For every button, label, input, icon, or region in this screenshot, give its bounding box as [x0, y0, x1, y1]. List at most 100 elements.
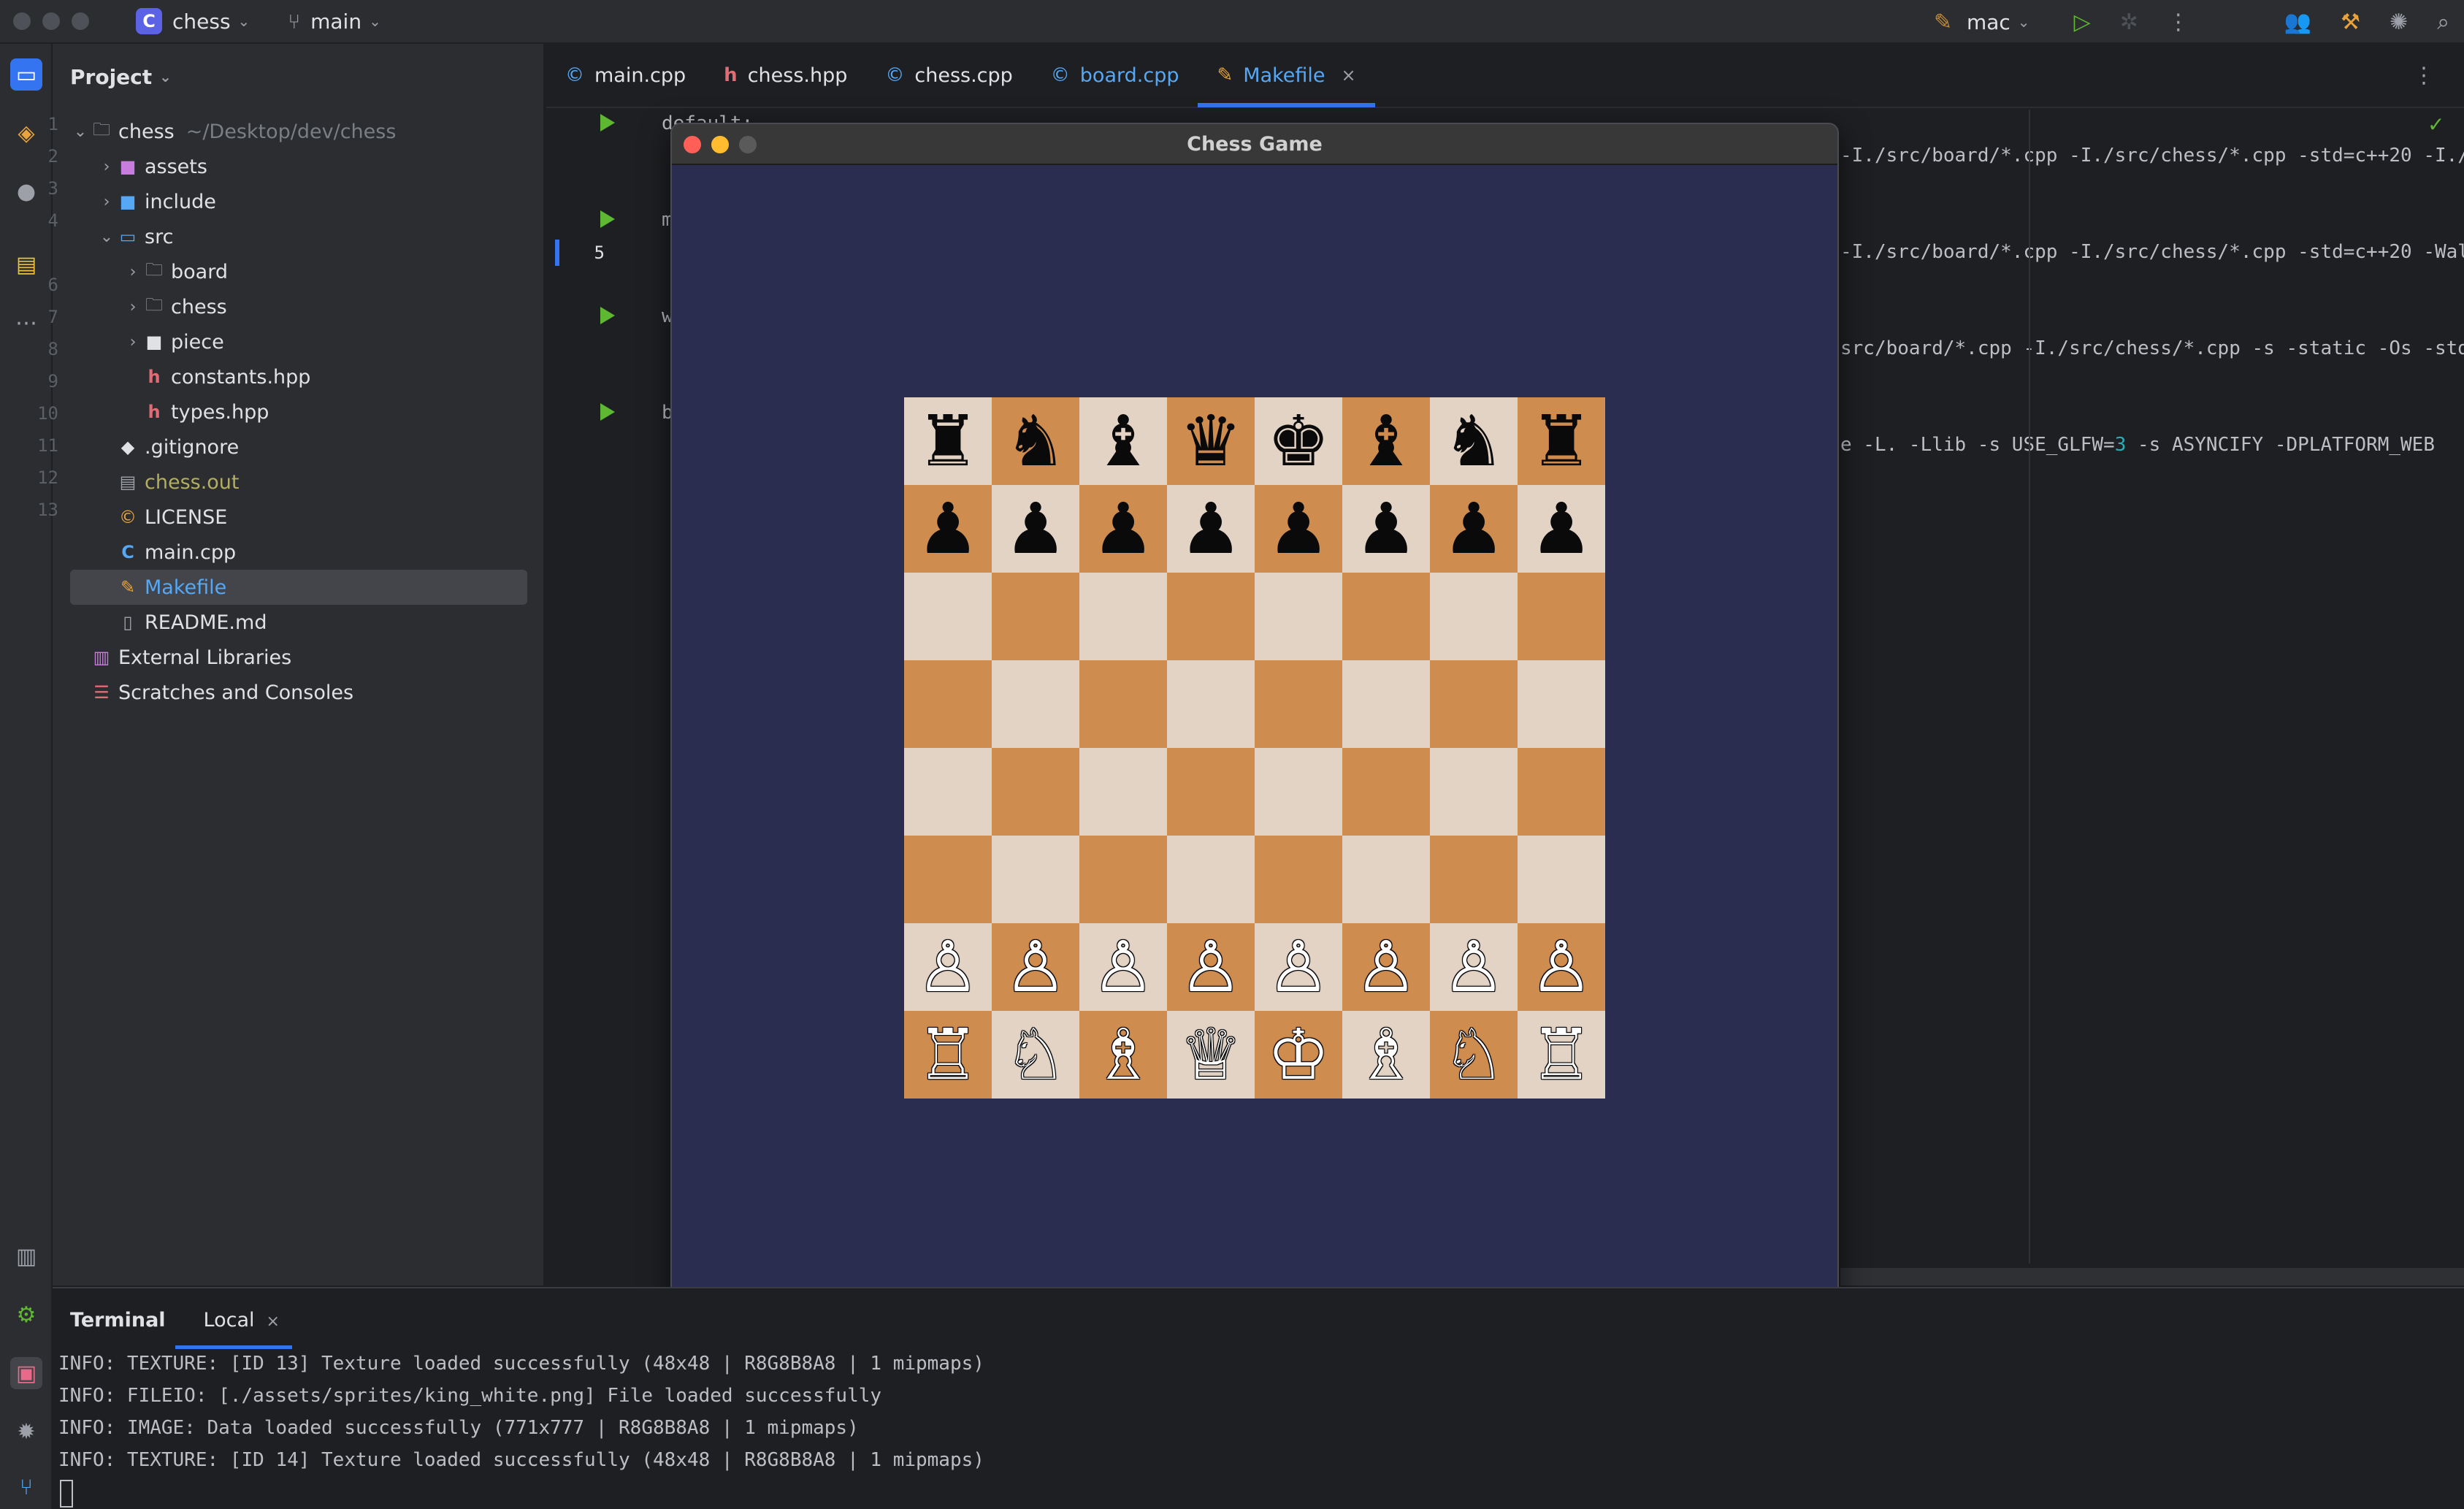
- chess-piece[interactable]: ♗: [1092, 1020, 1155, 1090]
- tree-item-license[interactable]: © LICENSE: [70, 500, 527, 535]
- board-square[interactable]: [1167, 748, 1255, 836]
- tab-board-cpp[interactable]: © board.cpp: [1032, 43, 1198, 107]
- search-icon[interactable]: ⌕: [2437, 9, 2449, 35]
- project-panel-header[interactable]: Project ⌄: [53, 44, 543, 110]
- board-square[interactable]: [1518, 660, 1605, 748]
- board-square[interactable]: ♗: [1079, 1011, 1167, 1099]
- terminal-tab-local[interactable]: Local ×: [204, 1309, 280, 1332]
- chess-piece[interactable]: ♙: [1092, 932, 1155, 1002]
- git-tool-icon[interactable]: ⑂: [10, 1471, 42, 1503]
- ai-assistant-icon[interactable]: ✺: [2390, 9, 2408, 35]
- tree-item-chess-out[interactable]: ▤ chess.out: [70, 465, 527, 500]
- tools-icon[interactable]: ⚒: [2341, 9, 2360, 35]
- tree-item-gitignore[interactable]: ◆ .gitignore: [70, 429, 527, 465]
- board-square[interactable]: ♟: [992, 485, 1079, 573]
- board-square[interactable]: ♙: [1342, 923, 1430, 1011]
- project-tool-icon[interactable]: ▭: [10, 58, 42, 91]
- close-tab-icon[interactable]: ×: [1342, 65, 1356, 85]
- tree-item-chess[interactable]: › 🗀 chess: [70, 289, 527, 324]
- tree-item-main-cpp[interactable]: C main.cpp: [70, 535, 527, 570]
- board-square[interactable]: [1167, 573, 1255, 660]
- tree-item-types-hpp[interactable]: h types.hpp: [70, 394, 527, 429]
- game-minimize-button[interactable]: [711, 136, 729, 153]
- tree-item-chess-root[interactable]: ⌄ 🗀 chess ~/Desktop/dev/chess: [70, 114, 527, 149]
- board-square[interactable]: ♖: [904, 1011, 992, 1099]
- board-square[interactable]: [904, 748, 992, 836]
- chess-piece[interactable]: ♘: [1004, 1020, 1067, 1090]
- board-square[interactable]: ♟: [1167, 485, 1255, 573]
- chess-piece[interactable]: ♜: [1530, 406, 1593, 476]
- run-target-icon[interactable]: [600, 210, 615, 228]
- board-square[interactable]: [1255, 836, 1342, 923]
- run-config-selector[interactable]: mac: [1967, 10, 2010, 34]
- problems-icon[interactable]: ✹: [10, 1416, 42, 1448]
- board-square[interactable]: [1430, 836, 1518, 923]
- tab-chess-hpp[interactable]: h chess.hpp: [705, 43, 866, 107]
- chess-piece[interactable]: ♞: [1442, 406, 1505, 476]
- inspection-ok-icon[interactable]: ✓: [2427, 112, 2444, 137]
- board-square[interactable]: ♙: [1255, 923, 1342, 1011]
- board-square[interactable]: ♙: [1079, 923, 1167, 1011]
- tree-item-assets[interactable]: › ■ assets: [70, 149, 527, 184]
- board-square[interactable]: ♙: [1430, 923, 1518, 1011]
- board-square[interactable]: ♟: [1255, 485, 1342, 573]
- board-square[interactable]: [992, 573, 1079, 660]
- board-square[interactable]: ♟: [1079, 485, 1167, 573]
- chess-piece[interactable]: ♙: [1530, 932, 1593, 1002]
- board-square[interactable]: ♙: [904, 923, 992, 1011]
- chess-piece[interactable]: ♙: [1004, 932, 1067, 1002]
- board-square[interactable]: ♝: [1342, 397, 1430, 485]
- board-square[interactable]: [1430, 748, 1518, 836]
- board-square[interactable]: ♙: [1167, 923, 1255, 1011]
- board-square[interactable]: ♞: [992, 397, 1079, 485]
- board-square[interactable]: [904, 836, 992, 923]
- chess-piece[interactable]: ♝: [1092, 406, 1155, 476]
- code-with-me-icon[interactable]: 👥: [2284, 9, 2311, 35]
- chess-piece[interactable]: ♟: [1092, 494, 1155, 564]
- board-square[interactable]: [1430, 573, 1518, 660]
- tab-makefile[interactable]: ✎ Makefile ×: [1198, 43, 1375, 107]
- board-square[interactable]: ♟: [1518, 485, 1605, 573]
- settings-gear-icon[interactable]: ⚙: [10, 1299, 42, 1331]
- board-square[interactable]: [1255, 660, 1342, 748]
- services-icon[interactable]: ▥: [10, 1240, 42, 1272]
- debug-icon[interactable]: ✲: [2120, 9, 2138, 35]
- chess-piece[interactable]: ♟: [1442, 494, 1505, 564]
- board-square[interactable]: [1079, 836, 1167, 923]
- board-square[interactable]: [1255, 748, 1342, 836]
- board-square[interactable]: [1255, 573, 1342, 660]
- board-square[interactable]: ♘: [992, 1011, 1079, 1099]
- board-square[interactable]: [1342, 748, 1430, 836]
- board-square[interactable]: ♟: [1430, 485, 1518, 573]
- tree-item-readme[interactable]: ▯ README.md: [70, 605, 527, 640]
- board-square[interactable]: ♛: [1167, 397, 1255, 485]
- tab-actions-icon[interactable]: ⋮: [2413, 63, 2435, 88]
- board-square[interactable]: ♙: [992, 923, 1079, 1011]
- board-square[interactable]: ♜: [1518, 397, 1605, 485]
- board-square[interactable]: [992, 748, 1079, 836]
- chess-piece[interactable]: ♖: [1530, 1020, 1593, 1090]
- chess-piece[interactable]: ♟: [1179, 494, 1242, 564]
- zoom-window-button[interactable]: [72, 12, 89, 30]
- chess-piece[interactable]: ♙: [1442, 932, 1505, 1002]
- chess-piece[interactable]: ♝: [1355, 406, 1417, 476]
- board-square[interactable]: [904, 573, 992, 660]
- game-zoom-button[interactable]: [739, 136, 757, 153]
- minimize-window-button[interactable]: [42, 12, 60, 30]
- board-square[interactable]: ♙: [1518, 923, 1605, 1011]
- branch-switcher[interactable]: main: [310, 9, 361, 34]
- tree-item-src[interactable]: ⌄ ▭ src: [70, 219, 527, 254]
- chess-piece[interactable]: ♟: [1267, 494, 1330, 564]
- terminal-cursor[interactable]: [60, 1480, 73, 1508]
- chess-piece[interactable]: ♜: [917, 406, 979, 476]
- run-target-icon[interactable]: [600, 403, 615, 421]
- tree-item-piece[interactable]: › ■ piece: [70, 324, 527, 359]
- chess-piece[interactable]: ♘: [1442, 1020, 1505, 1090]
- chess-piece[interactable]: ♟: [1530, 494, 1593, 564]
- project-switcher[interactable]: chess: [172, 9, 231, 34]
- game-close-button[interactable]: [684, 136, 701, 153]
- chess-piece[interactable]: ♟: [1004, 494, 1067, 564]
- board-square[interactable]: ♟: [1342, 485, 1430, 573]
- board-square[interactable]: [904, 660, 992, 748]
- chess-piece[interactable]: ♚: [1267, 406, 1330, 476]
